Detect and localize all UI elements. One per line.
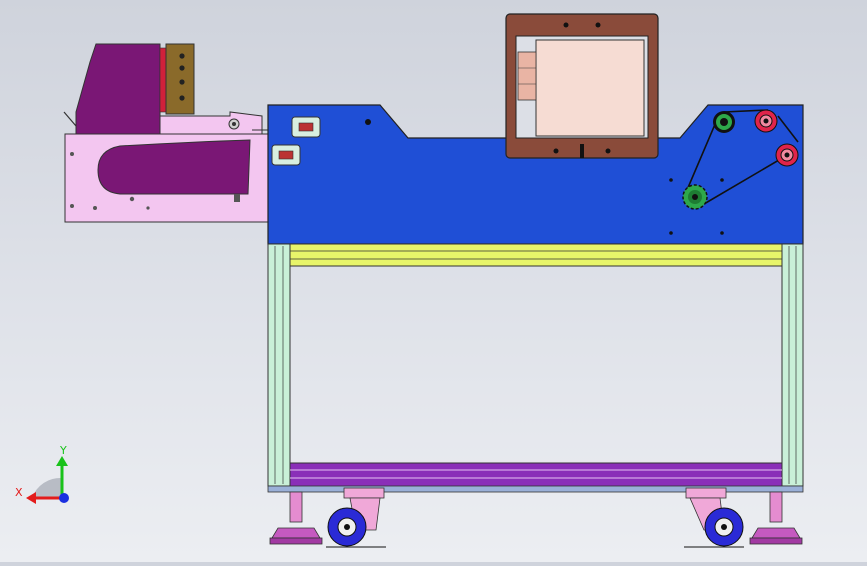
monitor-screen <box>535 39 645 137</box>
panel-connector-bottom[interactable] <box>271 144 301 166</box>
coordinate-triad: Y X <box>15 444 69 504</box>
panel-connector-top[interactable] <box>291 116 321 138</box>
left-leg <box>267 243 291 487</box>
triad-x-label: X <box>15 486 23 499</box>
gear-green <box>682 184 708 210</box>
pulley-top-green <box>713 111 735 133</box>
top-rail <box>267 243 804 267</box>
pulley-red-lower <box>775 143 799 167</box>
frame <box>267 243 804 493</box>
caster-right <box>684 487 744 548</box>
monitor-assembly <box>505 13 659 159</box>
caster-left <box>326 487 386 548</box>
feeder-housing <box>149 111 263 135</box>
leveling-foot-right <box>749 491 803 545</box>
bottom-rail <box>289 462 783 488</box>
leveling-foot-left <box>269 491 323 545</box>
feeder-unit <box>63 43 272 223</box>
feeder-red-strip <box>159 47 167 113</box>
triad-y-label: Y <box>59 444 67 457</box>
right-leg <box>781 243 804 487</box>
cad-viewport[interactable]: Y X <box>0 0 867 562</box>
feeder-hood <box>75 43 161 135</box>
feeder-belt-loop <box>97 139 251 195</box>
pulley-red-upper <box>754 109 778 133</box>
